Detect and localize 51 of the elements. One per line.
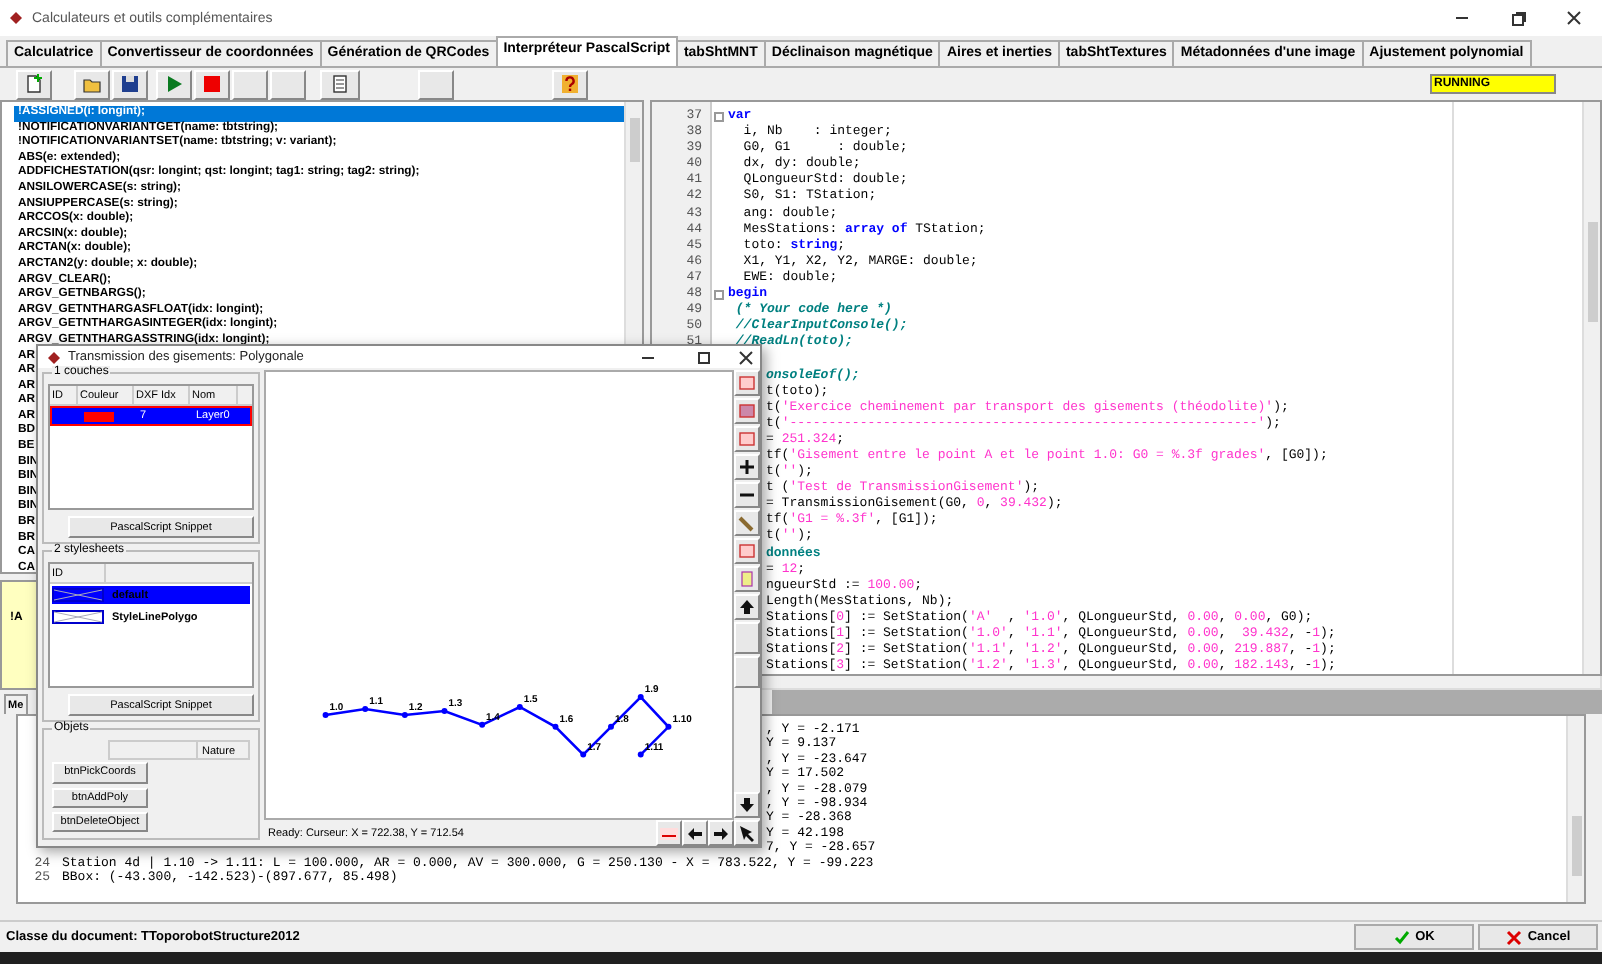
toolbar-button[interactable] <box>734 792 760 818</box>
document-list-button[interactable] <box>320 69 360 99</box>
fold-icon[interactable] <box>714 289 724 300</box>
pointer-icon <box>738 824 756 842</box>
arrow-left-icon <box>686 825 704 841</box>
restore-icon <box>1510 10 1526 26</box>
station-point <box>580 751 587 758</box>
close-icon <box>738 349 754 365</box>
arrow-down-icon <box>738 796 756 814</box>
ruler-icon <box>738 514 756 532</box>
export-button[interactable] <box>656 820 682 846</box>
toolbar-button[interactable] <box>734 454 760 480</box>
station-point <box>322 711 329 718</box>
station-point <box>362 706 369 712</box>
pan-right-button[interactable] <box>708 820 734 846</box>
check-icon <box>1393 929 1410 945</box>
folder-icon <box>82 74 102 94</box>
open-button[interactable] <box>74 69 110 99</box>
app-icon <box>8 10 24 26</box>
station-point <box>608 723 614 730</box>
app-icon <box>46 349 62 365</box>
station-point <box>637 751 644 758</box>
stop-icon <box>202 74 222 94</box>
station-point <box>552 723 559 730</box>
station-point <box>479 721 486 728</box>
fold-icon[interactable] <box>714 111 724 122</box>
arrow-up-icon <box>738 598 756 616</box>
pan-left-button[interactable] <box>682 820 708 846</box>
arrow-right-icon <box>712 825 730 841</box>
station-point <box>441 708 448 714</box>
station-point <box>401 711 408 718</box>
stop-button[interactable] <box>194 69 230 99</box>
help-button[interactable] <box>552 69 588 99</box>
close-icon <box>1505 929 1522 945</box>
new-file-icon <box>24 74 44 94</box>
station-point <box>516 704 523 710</box>
line-style-preview-icon <box>52 588 104 602</box>
new-file-button[interactable] <box>16 69 52 99</box>
save-button[interactable] <box>112 69 148 99</box>
toolbar-button[interactable] <box>734 594 760 620</box>
station-point <box>637 694 644 701</box>
run-button[interactable] <box>156 69 192 99</box>
station-point <box>665 723 672 730</box>
pointer-button[interactable] <box>734 820 760 846</box>
toolbar-button[interactable] <box>734 482 760 508</box>
plus-icon <box>738 458 756 476</box>
close-icon <box>1566 10 1582 26</box>
document-list-icon <box>330 74 350 94</box>
maximize-icon <box>696 349 712 365</box>
play-icon <box>164 74 184 94</box>
help-icon <box>560 74 580 94</box>
